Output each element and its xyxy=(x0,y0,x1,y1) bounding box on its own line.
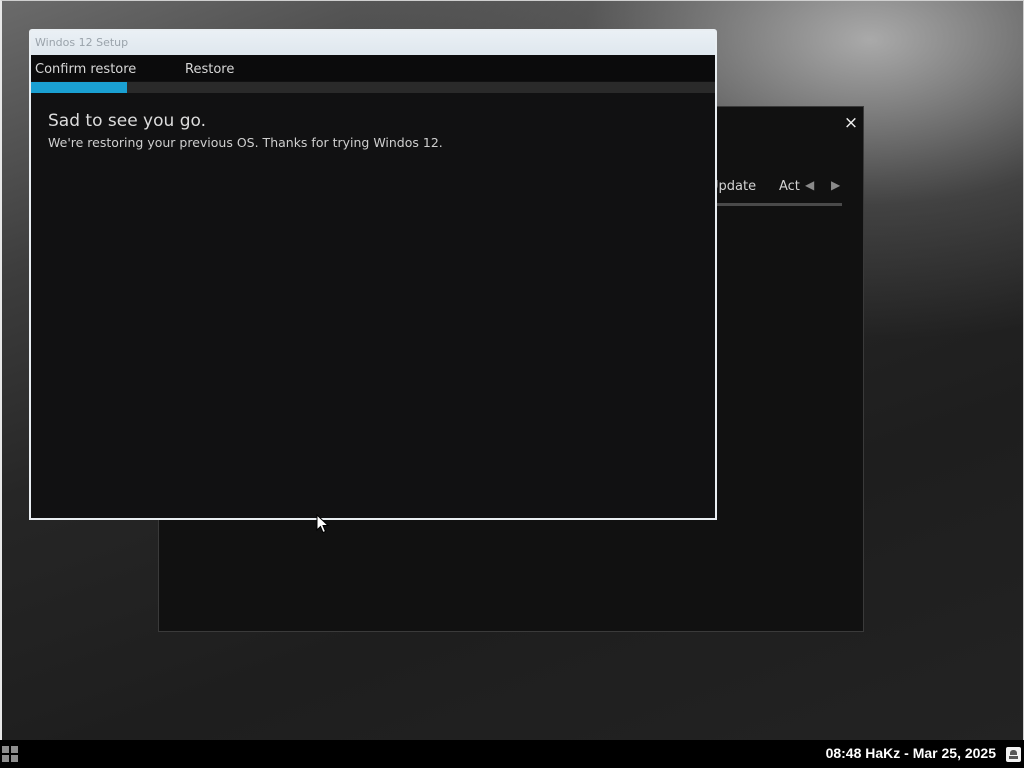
window-title: Windos 12 Setup xyxy=(35,36,129,49)
tab-action[interactable]: Acti xyxy=(779,179,801,194)
grid-icon[interactable] xyxy=(2,746,18,762)
taskbar-clock[interactable]: 08:48 HaKz - Mar 25, 2025 xyxy=(826,745,996,761)
mouse-cursor-icon xyxy=(316,514,330,534)
step-restore: Restore xyxy=(185,62,235,77)
chevron-right-icon[interactable]: ▶ xyxy=(831,178,840,192)
background-tab-strip: Update Acti ◀ ▶ xyxy=(709,177,843,203)
setup-progress-bar xyxy=(31,82,715,93)
setup-window: Windos 12 Setup Confirm restore Restore … xyxy=(29,29,717,520)
chevron-left-icon[interactable]: ◀ xyxy=(805,178,814,192)
setup-titlebar[interactable]: Windos 12 Setup xyxy=(31,31,715,55)
setup-progress-fill xyxy=(31,82,127,93)
taskbar: 08:48 HaKz - Mar 25, 2025 xyxy=(0,740,1024,768)
user-icon[interactable] xyxy=(1006,747,1021,762)
setup-steps: Confirm restore Restore xyxy=(31,55,715,81)
close-icon[interactable]: × xyxy=(841,113,861,133)
tab-strip-underline xyxy=(715,203,842,206)
page-title: Sad to see you go. xyxy=(48,111,206,131)
step-confirm-restore: Confirm restore xyxy=(35,62,137,77)
restore-message: We're restoring your previous OS. Thanks… xyxy=(48,135,443,150)
